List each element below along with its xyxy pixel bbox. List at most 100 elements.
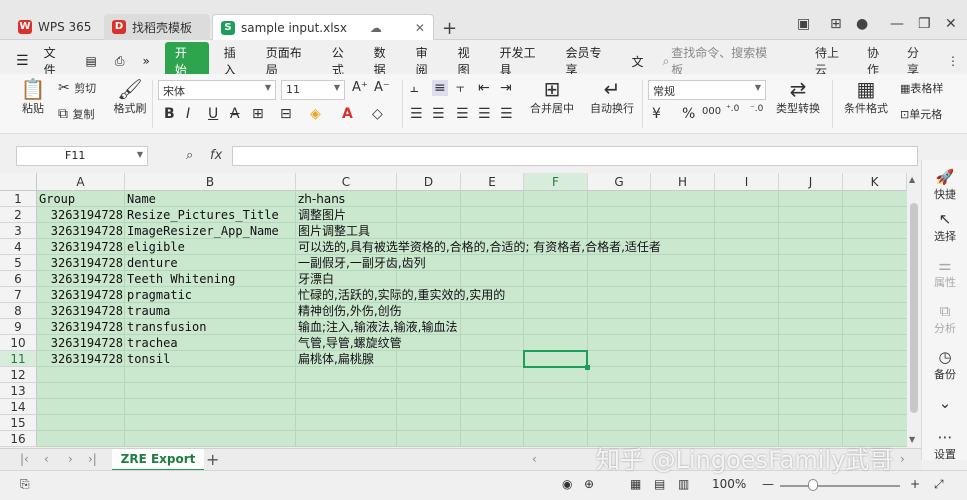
- cell-a7[interactable]: 3263194728: [39, 287, 123, 303]
- spreadsheet-grid[interactable]: ABCDEFGHIJK 1 2 3 4 5 6 7 8 9 10 11 12 13 14 15 16 Grou…: [0, 173, 907, 447]
- column-header-c[interactable]: C: [296, 173, 397, 191]
- row-header-15[interactable]: 15: [0, 415, 37, 431]
- format-painter-button[interactable]: 🖌 格式刷: [112, 78, 148, 116]
- indent-decrease-icon[interactable]: ⇤: [478, 80, 490, 96]
- currency-button[interactable]: ¥: [652, 106, 661, 122]
- zoom-slider-knob[interactable]: [808, 479, 818, 491]
- row-header-8[interactable]: 8: [0, 303, 37, 319]
- cell-a2[interactable]: 3263194728: [39, 207, 123, 223]
- row-header-2[interactable]: 2: [0, 207, 37, 223]
- column-header-k[interactable]: K: [843, 173, 907, 191]
- cell-c3[interactable]: 图片调整工具: [298, 223, 370, 239]
- increase-decimal-icon[interactable]: ⁺.0: [726, 104, 739, 114]
- command-search[interactable]: 查找命令、搜索模板: [671, 44, 779, 78]
- view-mode-icon[interactable]: ⊕: [584, 477, 594, 491]
- table-style-button[interactable]: ▦表格样: [900, 80, 943, 96]
- cell-b4[interactable]: eligible: [127, 239, 185, 255]
- menu-more[interactable]: 文: [622, 53, 652, 70]
- macro-icon[interactable]: ⎘: [20, 477, 30, 492]
- share-button[interactable]: 分享: [899, 44, 939, 78]
- close-tab-icon[interactable]: ✕: [415, 21, 425, 35]
- fullscreen-icon[interactable]: ⤢: [934, 477, 944, 492]
- prev-sheet-icon[interactable]: ‹: [44, 452, 49, 466]
- tab-docer-templates[interactable]: D 找稻壳模板: [104, 14, 210, 40]
- clear-format-icon[interactable]: ◇: [372, 106, 383, 122]
- cell-c7[interactable]: 忙碌的,活跃的,实际的,重实效的,实用的: [298, 287, 505, 303]
- thousands-button[interactable]: 000: [702, 106, 721, 117]
- row-header-9[interactable]: 9: [0, 319, 37, 335]
- border-icon[interactable]: ⊞: [252, 106, 264, 122]
- conditional-format-button[interactable]: ▦ 条件格式: [838, 78, 894, 116]
- collaborate-button[interactable]: 协作: [859, 44, 899, 78]
- type-convert-button[interactable]: ⇄ 类型转换: [772, 78, 824, 116]
- menu-formula[interactable]: 公式: [323, 44, 365, 78]
- cell-a1[interactable]: Group: [39, 191, 75, 207]
- align-right-icon[interactable]: ☰: [456, 106, 469, 122]
- cell-a8[interactable]: 3263194728: [39, 303, 123, 319]
- align-center-icon[interactable]: ☰: [432, 106, 445, 122]
- row-header-4[interactable]: 4: [0, 239, 37, 255]
- cell-c2[interactable]: 调整图片: [298, 207, 346, 223]
- minimize-icon[interactable]: —: [890, 16, 904, 32]
- align-middle-icon[interactable]: ≡: [432, 80, 448, 96]
- hscroll-left-icon[interactable]: ‹: [532, 452, 537, 466]
- sheet-tab-zre-export[interactable]: ZRE Export: [112, 449, 204, 471]
- copy-button[interactable]: ⧉ 复制: [58, 106, 94, 122]
- tab-sample-input[interactable]: S sample input.xlsx ☁ ✕: [212, 14, 434, 40]
- strikethrough-icon[interactable]: A: [230, 106, 240, 122]
- decrease-font-icon[interactable]: A⁻: [374, 80, 390, 95]
- zoom-formula-icon[interactable]: ⌕: [186, 148, 193, 163]
- select-all-corner[interactable]: [0, 173, 37, 191]
- percent-button[interactable]: %: [682, 106, 695, 122]
- column-header-e[interactable]: E: [461, 173, 524, 191]
- column-header-b[interactable]: B: [125, 173, 296, 191]
- cell-a6[interactable]: 3263194728: [39, 271, 123, 287]
- vertical-scrollbar[interactable]: ▲ ▼: [907, 173, 921, 447]
- name-box[interactable]: F11 ▼: [16, 146, 148, 166]
- eye-protect-icon[interactable]: ◉: [562, 477, 572, 491]
- column-header-g[interactable]: G: [588, 173, 651, 191]
- cell-c1[interactable]: zh-hans: [298, 191, 345, 207]
- avatar[interactable]: ●: [856, 16, 868, 32]
- align-left-icon[interactable]: ☰: [410, 106, 423, 122]
- menu-more-icon[interactable]: ⋮: [939, 54, 967, 68]
- menu-page-layout[interactable]: 页面布局: [257, 44, 323, 78]
- underline-button[interactable]: U: [208, 106, 218, 122]
- zoom-level[interactable]: 100%: [712, 477, 746, 491]
- cell-a4[interactable]: 3263194728: [39, 239, 123, 255]
- italic-button[interactable]: I: [186, 106, 190, 122]
- zoom-out-icon[interactable]: —: [762, 477, 774, 491]
- column-header-i[interactable]: I: [715, 173, 779, 191]
- menu-view[interactable]: 视图: [449, 44, 491, 78]
- normal-view-icon[interactable]: ▦: [630, 477, 641, 491]
- add-sheet-button[interactable]: +: [206, 450, 219, 469]
- column-header-j[interactable]: J: [779, 173, 843, 191]
- hscroll-right-icon[interactable]: ›: [900, 452, 905, 466]
- number-format-select[interactable]: 常规 ▼: [648, 80, 766, 100]
- cell-a10[interactable]: 3263194728: [39, 335, 123, 351]
- scroll-down-icon[interactable]: ▼: [909, 435, 915, 444]
- align-bottom-icon[interactable]: ⫟: [456, 80, 464, 96]
- font-color-button[interactable]: A: [342, 106, 353, 122]
- restore-icon[interactable]: ❐: [918, 16, 931, 32]
- column-header-d[interactable]: D: [397, 173, 461, 191]
- hamburger-icon[interactable]: ☰: [0, 53, 35, 69]
- cut-button[interactable]: ✂ 剪切: [58, 80, 96, 96]
- row-header-5[interactable]: 5: [0, 255, 37, 271]
- cell-c11[interactable]: 扁桃体,扁桃腺: [298, 351, 374, 367]
- cell-b7[interactable]: pragmatic: [127, 287, 192, 303]
- cell-c9[interactable]: 输血;注入,输液法,输液,输血法: [298, 319, 458, 335]
- cell-c5[interactable]: 一副假牙,一副牙齿,齿列: [298, 255, 426, 271]
- bold-button[interactable]: B: [164, 106, 175, 122]
- font-size-select[interactable]: 11 ▼: [281, 80, 345, 100]
- row-header-6[interactable]: 6: [0, 271, 37, 287]
- first-sheet-icon[interactable]: |‹: [20, 452, 29, 466]
- row-header-16[interactable]: 16: [0, 431, 37, 447]
- cell-a5[interactable]: 3263194728: [39, 255, 123, 271]
- row-header-14[interactable]: 14: [0, 399, 37, 415]
- menu-member[interactable]: 会员专享: [557, 44, 623, 78]
- sidebar-item-shortcut[interactable]: 🚀 快捷: [922, 168, 967, 202]
- row-header-13[interactable]: 13: [0, 383, 37, 399]
- sidebar-collapse[interactable]: ⌄: [922, 394, 967, 412]
- paste-button[interactable]: 📋 粘贴: [18, 78, 48, 116]
